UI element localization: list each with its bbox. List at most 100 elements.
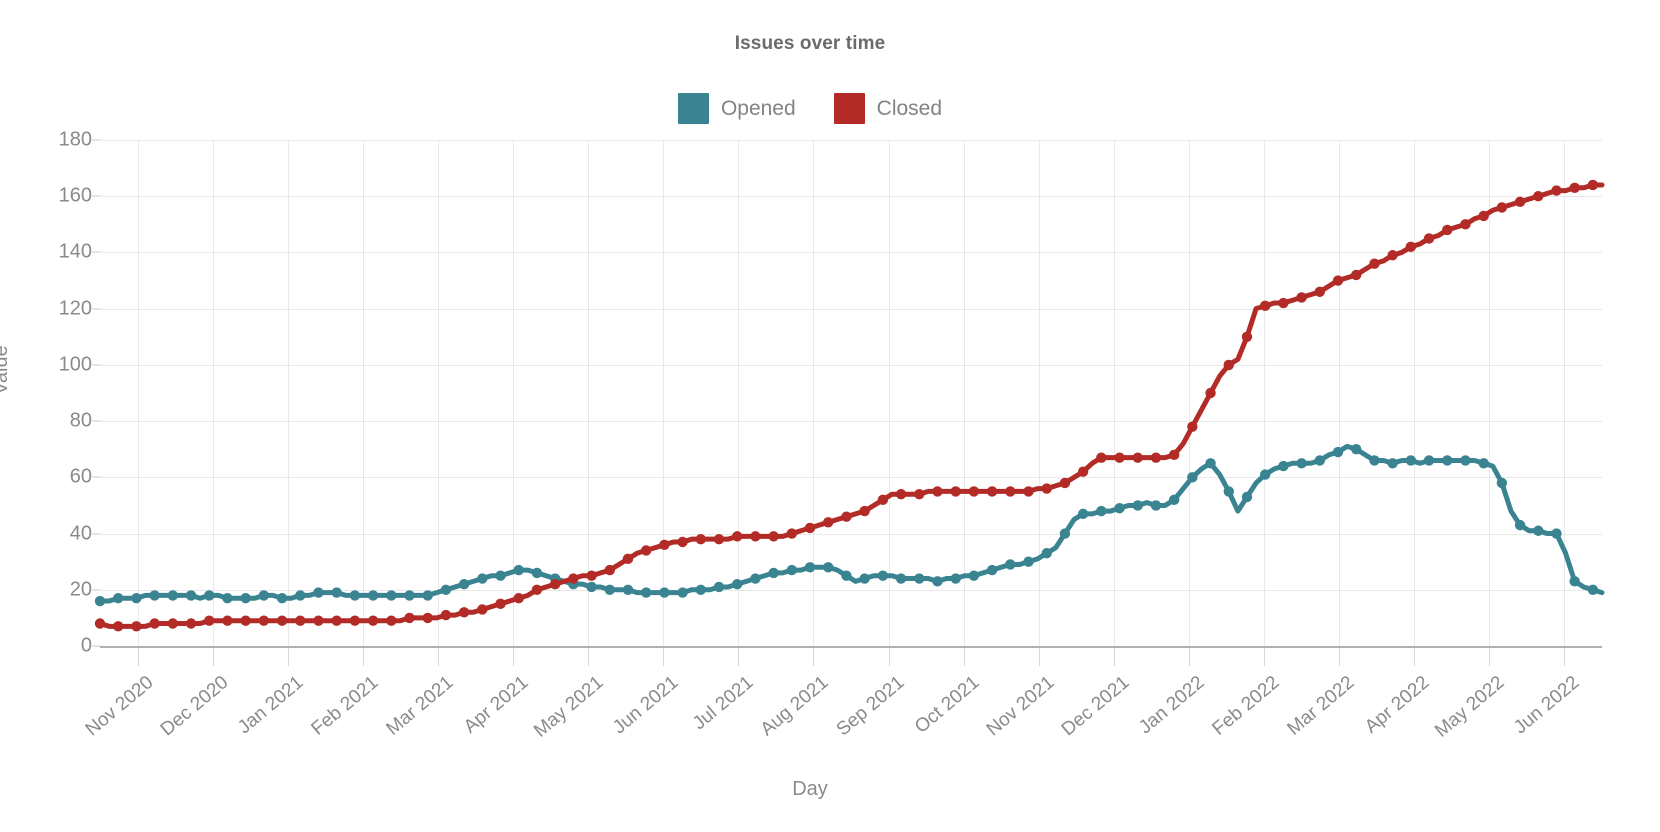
data-point[interactable] — [1442, 224, 1453, 236]
data-point[interactable] — [458, 578, 470, 590]
data-point[interactable] — [1296, 458, 1307, 469]
data-point[interactable] — [1096, 505, 1107, 517]
data-point[interactable] — [713, 581, 725, 593]
data-point[interactable] — [895, 489, 907, 500]
data-point[interactable] — [914, 573, 925, 584]
data-point[interactable] — [295, 615, 306, 626]
data-point[interactable] — [422, 612, 433, 624]
data-point[interactable] — [841, 570, 852, 581]
data-point[interactable] — [349, 590, 361, 601]
data-point[interactable] — [1332, 275, 1344, 286]
data-point[interactable] — [531, 584, 543, 595]
data-point[interactable] — [968, 570, 980, 581]
data-point[interactable] — [713, 533, 725, 545]
data-point[interactable] — [1114, 503, 1125, 514]
data-point[interactable] — [823, 562, 834, 573]
data-point[interactable] — [422, 590, 433, 601]
data-point[interactable] — [367, 615, 379, 626]
data-point[interactable] — [440, 609, 452, 621]
data-point[interactable] — [1168, 449, 1180, 461]
data-point[interactable] — [622, 553, 634, 565]
data-point[interactable] — [1223, 486, 1234, 497]
data-point[interactable] — [1150, 452, 1162, 463]
data-point[interactable] — [1132, 452, 1143, 463]
data-point[interactable] — [677, 536, 688, 548]
data-point[interactable] — [1241, 331, 1253, 342]
data-point[interactable] — [1332, 446, 1344, 458]
legend-item-opened[interactable]: Opened — [677, 93, 796, 124]
data-point[interactable] — [240, 615, 251, 626]
data-point[interactable] — [167, 618, 179, 629]
data-point[interactable] — [404, 590, 415, 601]
data-point[interactable] — [222, 615, 233, 626]
data-point[interactable] — [531, 567, 543, 579]
data-point[interactable] — [258, 615, 270, 626]
data-point[interactable] — [841, 511, 852, 522]
data-point[interactable] — [604, 584, 615, 595]
data-point[interactable] — [1405, 241, 1417, 253]
data-point[interactable] — [1059, 477, 1071, 489]
data-point[interactable] — [349, 615, 361, 626]
data-point[interactable] — [732, 531, 743, 542]
data-point[interactable] — [1041, 548, 1052, 559]
data-point[interactable] — [94, 595, 106, 607]
data-point[interactable] — [313, 587, 324, 598]
data-point[interactable] — [495, 570, 506, 581]
data-point[interactable] — [258, 590, 270, 601]
data-point[interactable] — [167, 590, 179, 601]
data-point[interactable] — [1005, 486, 1016, 497]
data-point[interactable] — [113, 593, 124, 604]
data-point[interactable] — [1241, 491, 1253, 503]
data-point[interactable] — [695, 533, 706, 545]
data-point[interactable] — [1005, 559, 1016, 570]
data-point[interactable] — [986, 486, 998, 497]
data-point[interactable] — [1223, 359, 1234, 371]
data-point[interactable] — [477, 604, 488, 615]
data-point[interactable] — [1023, 556, 1034, 567]
data-point[interactable] — [331, 587, 342, 598]
data-point[interactable] — [367, 590, 379, 601]
data-point[interactable] — [1278, 460, 1289, 472]
data-point[interactable] — [1351, 269, 1362, 281]
data-point[interactable] — [950, 573, 961, 584]
data-point[interactable] — [386, 590, 397, 601]
data-point[interactable] — [204, 590, 215, 601]
data-point[interactable] — [1496, 202, 1508, 213]
data-point[interactable] — [695, 584, 706, 595]
data-point[interactable] — [276, 615, 288, 626]
data-point[interactable] — [1205, 458, 1216, 469]
data-point[interactable] — [549, 578, 561, 590]
data-point[interactable] — [276, 593, 288, 604]
data-point[interactable] — [1114, 452, 1125, 463]
data-point[interactable] — [1314, 286, 1326, 297]
data-point[interactable] — [1296, 292, 1307, 303]
data-point[interactable] — [1150, 500, 1162, 511]
data-point[interactable] — [131, 621, 142, 632]
data-point[interactable] — [1514, 519, 1526, 531]
data-point[interactable] — [1387, 250, 1398, 261]
data-point[interactable] — [513, 593, 524, 604]
data-point[interactable] — [1460, 219, 1471, 230]
data-point[interactable] — [1551, 185, 1562, 196]
data-point[interactable] — [458, 607, 470, 618]
data-point[interactable] — [604, 564, 615, 576]
data-point[interactable] — [877, 570, 889, 581]
data-point[interactable] — [640, 587, 652, 598]
data-point[interactable] — [1387, 458, 1398, 469]
data-point[interactable] — [1205, 387, 1216, 399]
data-point[interactable] — [1187, 421, 1198, 432]
data-point[interactable] — [823, 517, 834, 528]
data-point[interactable] — [1096, 452, 1107, 463]
data-point[interactable] — [804, 522, 816, 534]
data-point[interactable] — [1041, 483, 1052, 494]
data-point[interactable] — [477, 573, 488, 584]
data-point[interactable] — [586, 581, 597, 593]
data-point[interactable] — [1533, 525, 1544, 536]
data-point[interactable] — [149, 590, 160, 601]
data-point[interactable] — [1442, 455, 1453, 466]
data-point[interactable] — [386, 615, 397, 626]
data-point[interactable] — [877, 494, 889, 506]
data-point[interactable] — [1023, 486, 1034, 497]
data-point[interactable] — [204, 615, 215, 626]
data-point[interactable] — [768, 567, 779, 579]
